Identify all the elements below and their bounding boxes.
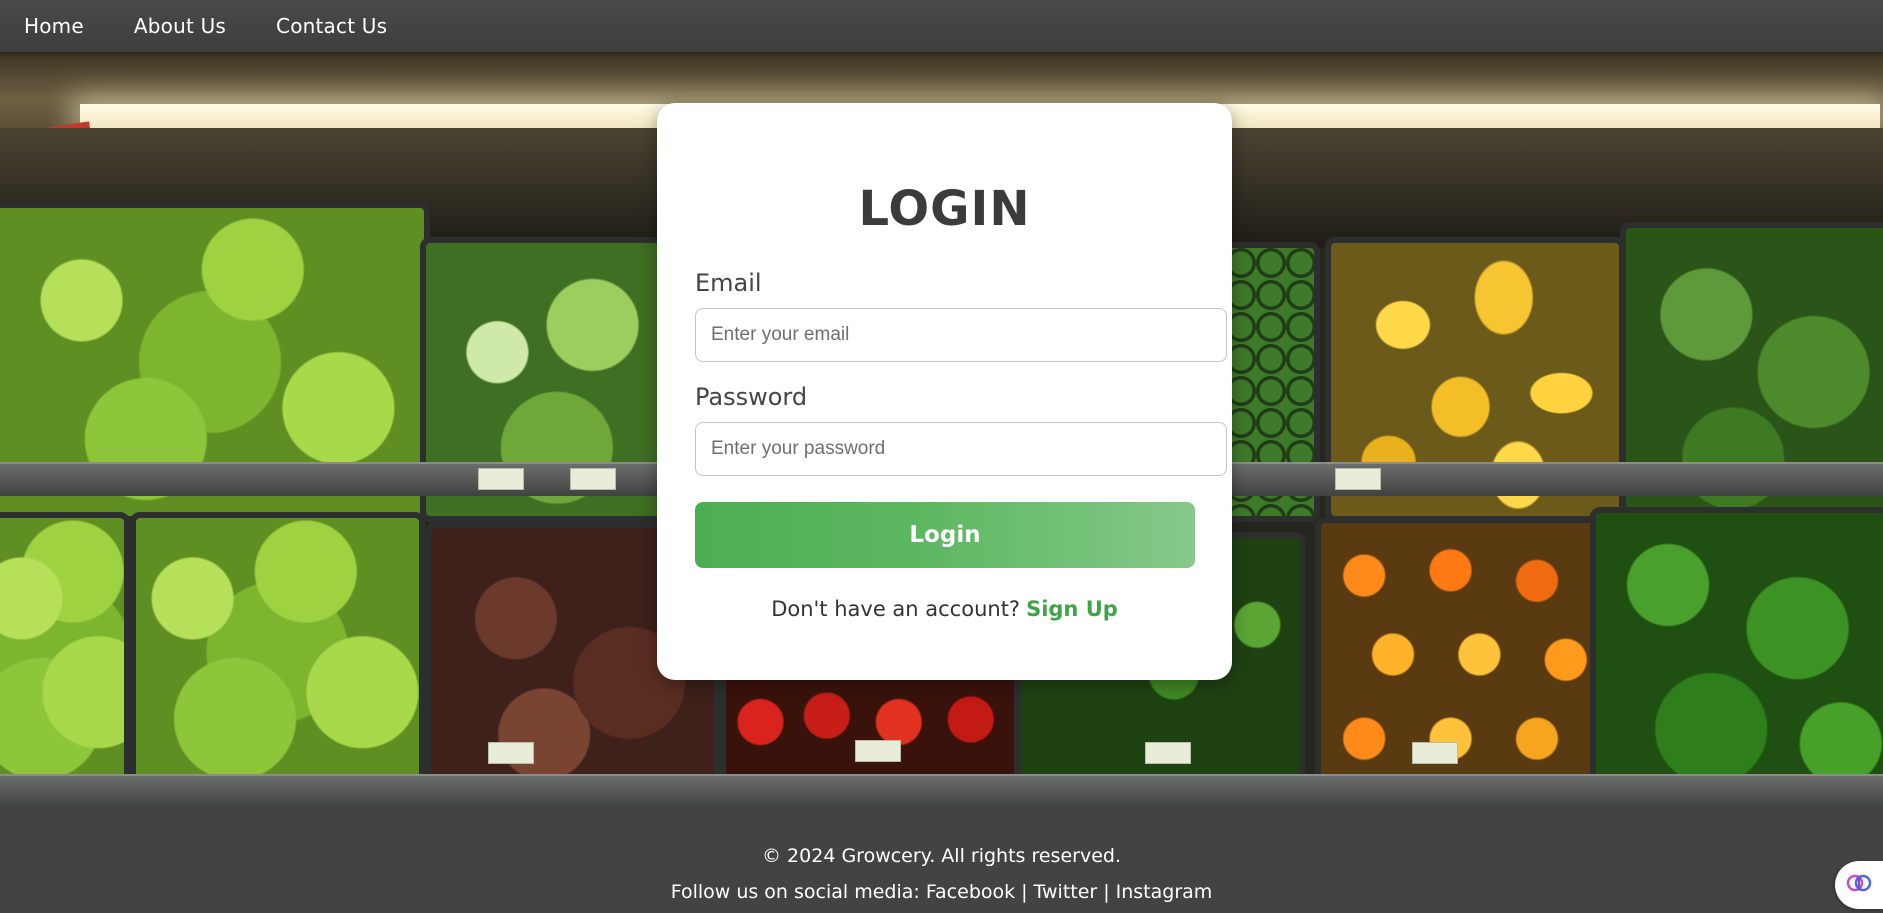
lettuce-bin	[130, 512, 425, 792]
copyright-text: © 2024 Growcery. All rights reserved.	[762, 845, 1121, 867]
signup-link[interactable]: Sign Up	[1026, 597, 1118, 621]
price-tag	[855, 740, 901, 762]
orange-pepper-bin	[1315, 517, 1615, 792]
signup-prompt: Don't have an account?	[771, 597, 1021, 621]
login-button[interactable]: Login	[695, 502, 1195, 568]
facebook-link[interactable]: Facebook	[926, 881, 1015, 903]
brain-icon	[1846, 870, 1872, 900]
lettuce-bin	[0, 512, 130, 792]
instagram-link[interactable]: Instagram	[1116, 881, 1213, 903]
nav-home-link[interactable]: Home	[24, 14, 84, 38]
password-field[interactable]	[695, 422, 1227, 476]
top-nav: Home About Us Contact Us	[0, 0, 1883, 52]
nav-contact-link[interactable]: Contact Us	[276, 14, 387, 38]
email-field[interactable]	[695, 308, 1227, 362]
twitter-link[interactable]: Twitter	[1034, 881, 1098, 903]
signup-row: Don't have an account? Sign Up	[657, 597, 1232, 621]
password-label: Password	[695, 383, 808, 411]
footer: © 2024 Growcery. All rights reserved. Fo…	[0, 805, 1883, 913]
floating-assistant-button[interactable]	[1835, 861, 1883, 909]
login-title: LOGIN	[858, 181, 1031, 237]
price-tag	[1412, 742, 1458, 764]
nav-about-link[interactable]: About Us	[134, 14, 226, 38]
parsley-bin	[1590, 507, 1883, 805]
price-tag	[488, 742, 534, 764]
lower-shelf	[0, 774, 1883, 805]
social-prefix: Follow us on social media:	[670, 881, 920, 903]
separator: |	[1021, 881, 1028, 903]
separator: |	[1103, 881, 1110, 903]
login-card: LOGIN Email Password Login Don't have an…	[657, 103, 1232, 680]
social-links: Follow us on social media: Facebook | Twit…	[0, 881, 1883, 903]
price-tag	[570, 468, 616, 490]
price-tag	[478, 468, 524, 490]
price-tag	[1335, 468, 1381, 490]
price-tag	[1145, 742, 1191, 764]
email-label: Email	[695, 269, 762, 297]
